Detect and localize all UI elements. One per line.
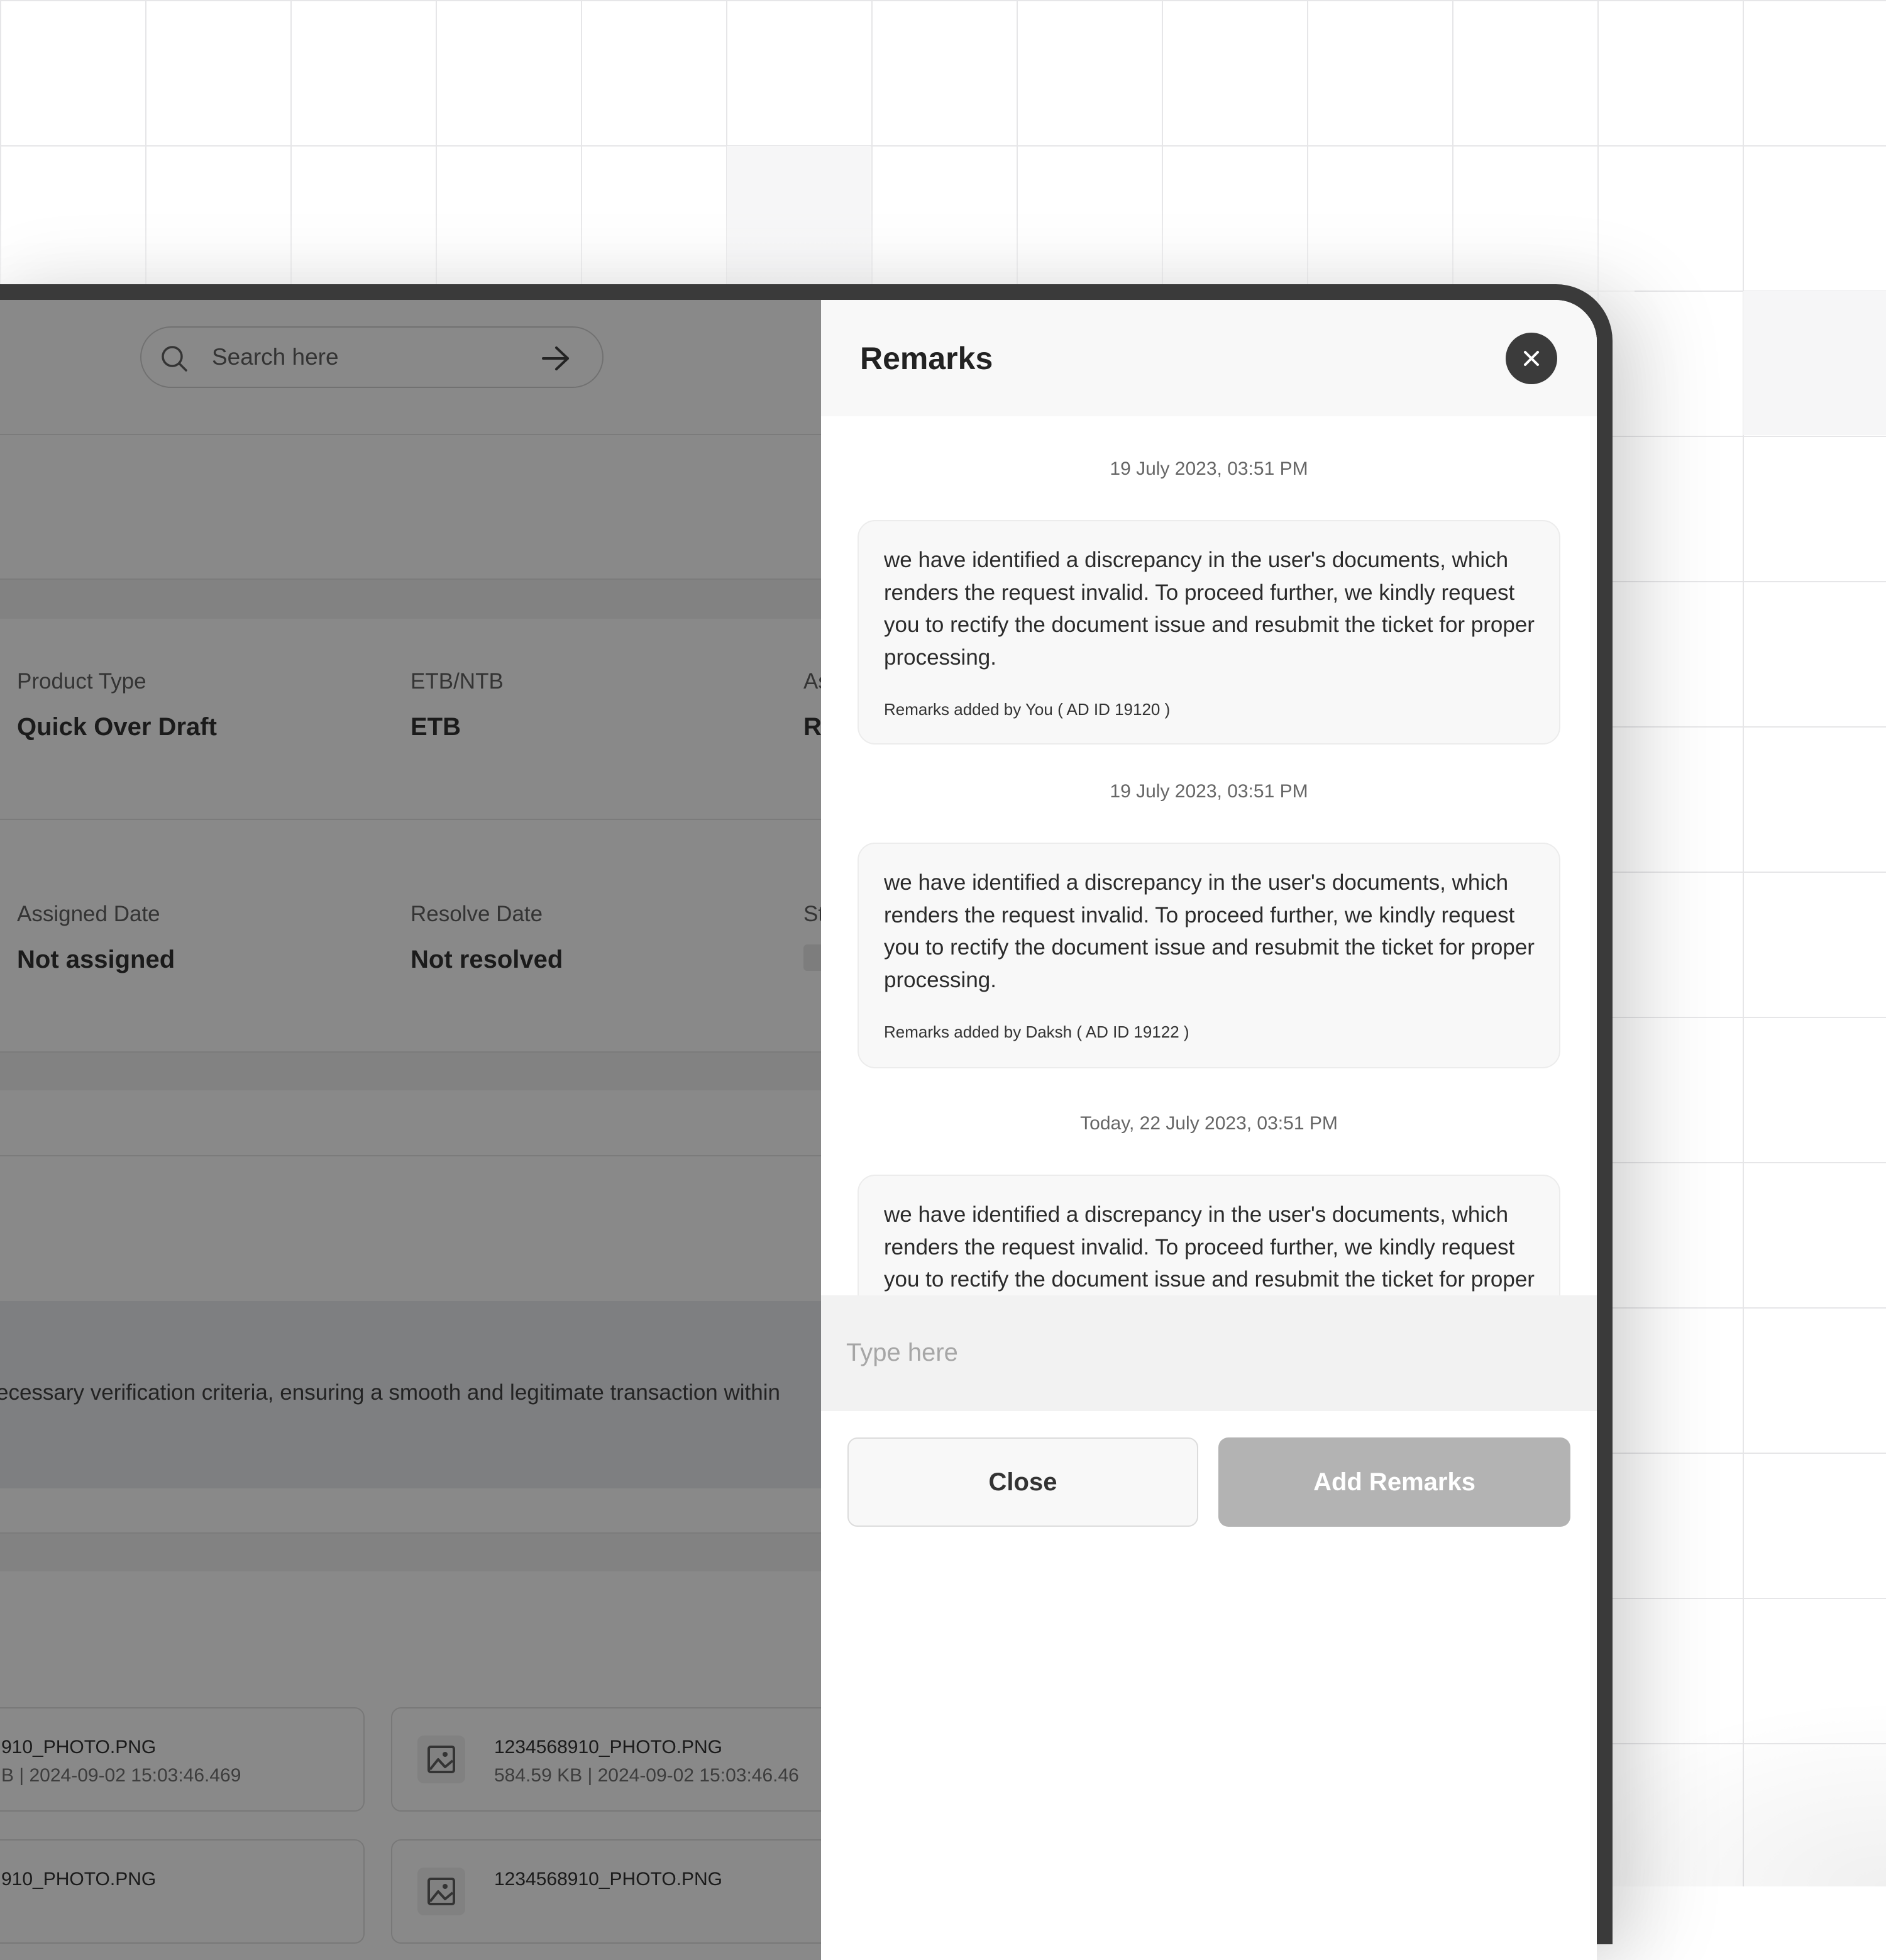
remark-timestamp: 19 July 2023, 03:51 PM xyxy=(1110,781,1308,802)
remark-author: Remarks added by You ( AD ID 19120 ) xyxy=(884,700,1171,719)
add-remarks-button[interactable]: Add Remarks xyxy=(1218,1437,1570,1527)
close-icon xyxy=(1524,351,1539,366)
close-panel-button[interactable] xyxy=(1506,333,1557,384)
remarks-panel: Remarks 19 July 2023, 03:51 PM we have i… xyxy=(821,300,1597,1960)
remark-message: we have identified a discrepancy in the … xyxy=(884,1202,1535,1292)
remark-bubble: we have identified a discrepancy in the … xyxy=(858,1175,1560,1295)
remark-message: we have identified a discrepancy in the … xyxy=(884,870,1535,992)
tablet-screen: Search here Product Type Quick Over Draf… xyxy=(0,300,1597,1960)
remark-input[interactable] xyxy=(845,1327,1570,1378)
remarks-list[interactable]: 19 July 2023, 03:51 PM we have identifie… xyxy=(821,416,1597,1295)
remark-bubble: we have identified a discrepancy in the … xyxy=(858,843,1560,1068)
modal-overlay[interactable] xyxy=(0,300,830,1960)
remark-timestamp: 19 July 2023, 03:51 PM xyxy=(1110,458,1308,479)
panel-title: Remarks xyxy=(860,341,993,376)
close-button[interactable]: Close xyxy=(847,1437,1198,1527)
tablet-device-frame: Search here Product Type Quick Over Draf… xyxy=(0,284,1613,1960)
remark-message: we have identified a discrepancy in the … xyxy=(884,548,1535,670)
background-cell xyxy=(1743,291,1886,435)
remark-bubble: we have identified a discrepancy in the … xyxy=(858,520,1560,745)
remark-input-area xyxy=(821,1295,1597,1411)
remark-timestamp: Today, 22 July 2023, 03:51 PM xyxy=(1080,1113,1338,1134)
ticket-details-page: Search here Product Type Quick Over Draf… xyxy=(0,300,869,1960)
remark-author: Remarks added by Daksh ( AD ID 19122 ) xyxy=(884,1022,1189,1041)
remarks-header: Remarks xyxy=(821,300,1597,416)
